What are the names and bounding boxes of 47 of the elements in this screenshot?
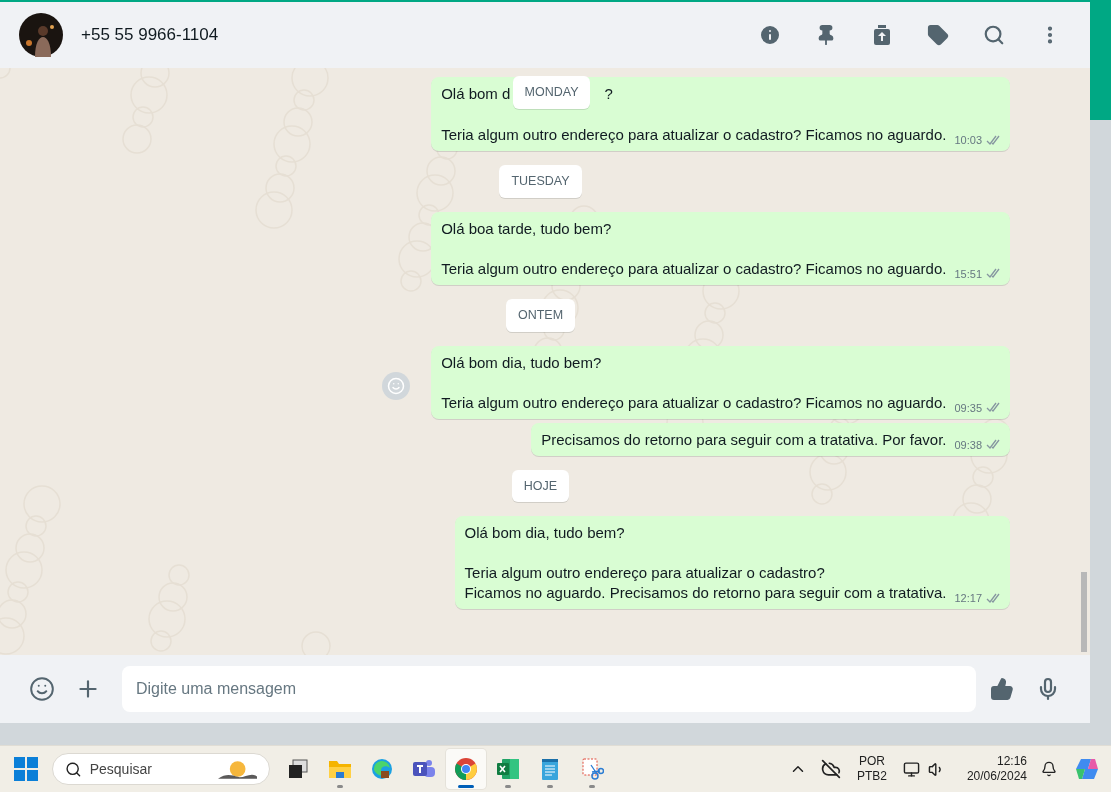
date-badge: TUESDAY — [499, 165, 582, 198]
message-time: 12:17 — [954, 591, 982, 607]
copilot-icon[interactable] — [1075, 757, 1101, 781]
date-badge: MONDAY — [512, 76, 591, 109]
double-check-icon — [986, 134, 1002, 146]
message-time: 09:38 — [954, 437, 982, 453]
message-text: Precisamos do retorno para seguir com a tratativa. Por favor. — [541, 429, 947, 450]
chrome-icon — [454, 757, 478, 781]
date-badge: HOJE — [511, 469, 570, 503]
message-text: Olá bom dia, tudo bem? — [441, 352, 602, 373]
message-time: 10:03 — [954, 133, 982, 148]
double-check-icon — [986, 592, 1002, 604]
scissors-icon — [580, 757, 604, 781]
windows-start-icon[interactable] — [13, 756, 39, 782]
network-icon[interactable] — [902, 760, 920, 778]
notepad-icon — [540, 757, 560, 781]
double-check-icon — [986, 268, 1002, 280]
avatar[interactable] — [19, 13, 63, 57]
message-text: Teria algum outro endereço para atualizar o cadastro? — [464, 563, 825, 584]
double-check-icon — [986, 439, 1002, 450]
message-text: Olá bom dia, tudo bem? — [464, 523, 625, 544]
people-badge-icon — [412, 758, 436, 780]
message-text: ? — [604, 84, 613, 104]
search-input[interactable]: Pesquisar — [89, 758, 210, 780]
contact-name[interactable]: +55 55 9966-1104 — [81, 22, 219, 48]
message-text: Olá boa tarde, tudo bem? — [441, 218, 612, 239]
folder-icon — [328, 758, 352, 780]
message-text: Teria algum outro endereço para atualizar o cadastro? Ficamos no aguardo. — [441, 125, 947, 145]
globe-wave-icon — [371, 758, 393, 780]
message-input[interactable]: Digite uma mensagem — [122, 666, 976, 712]
message-text: Olá bom d — [441, 84, 511, 104]
message-time: 09:35 — [954, 400, 982, 416]
message-text: Teria algum outro endereço para atualizar o cadastro? Ficamos no aguardo. — [441, 258, 947, 279]
bell-icon[interactable] — [1041, 761, 1057, 777]
language-indicator[interactable]: POR PTB2 — [856, 754, 887, 784]
message-text: Ficamos no aguardo. Precisamos do retorno para seguir com a tratativa. — [464, 583, 947, 604]
message-time: 15:51 — [954, 266, 982, 282]
overlapping-windows-icon — [287, 758, 309, 780]
search-field[interactable]: Pesquisar — [52, 753, 270, 785]
date-badge: ONTEM — [505, 298, 576, 332]
cloud-off-icon[interactable] — [820, 759, 841, 779]
spreadsheet-icon — [496, 758, 520, 780]
message-text: Teria algum outro endereço para atualizar o cadastro? Ficamos no aguardo. — [441, 392, 947, 413]
taskbar-app-button[interactable] — [446, 749, 486, 789]
clock[interactable]: 12:16 20/06/2024 — [966, 754, 1027, 784]
search-icon — [65, 760, 82, 778]
double-check-icon — [986, 402, 1002, 413]
